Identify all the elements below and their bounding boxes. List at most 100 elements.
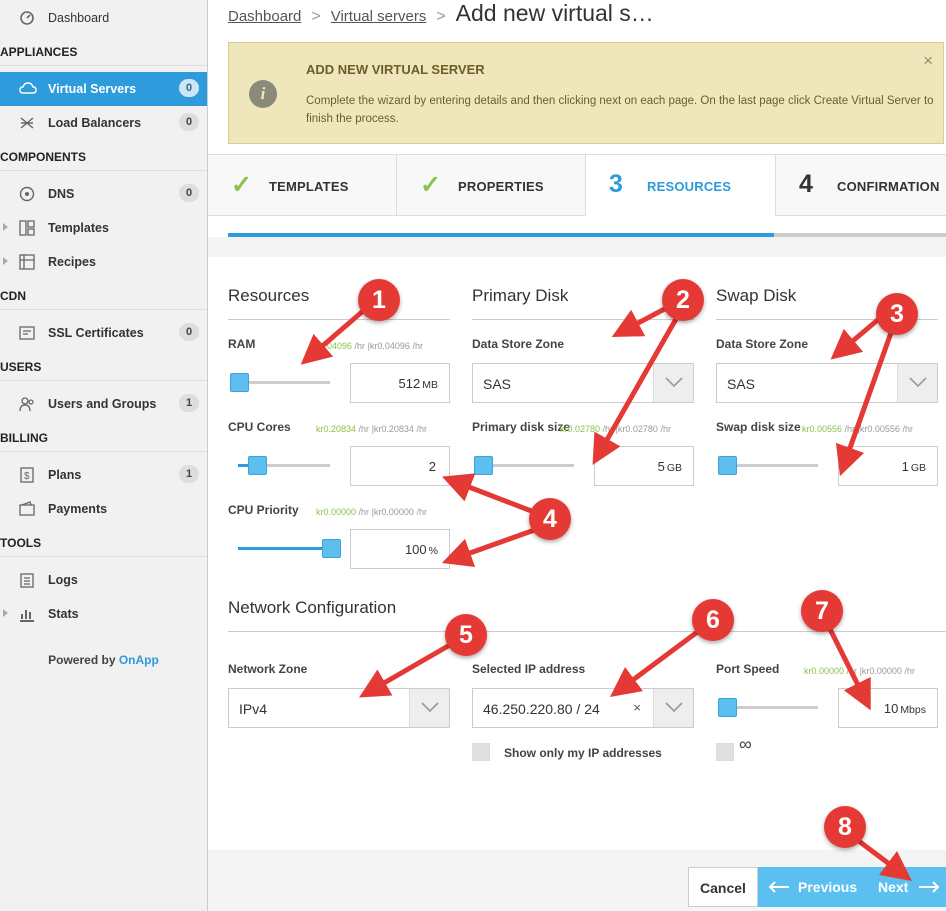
annotation-badge-8: 8	[824, 806, 866, 848]
wizard-steps: ✓ TEMPLATES ✓ PROPERTIES 3 RESOURCES 4 C…	[208, 154, 946, 216]
step-resources[interactable]: 3 RESOURCES	[586, 155, 776, 216]
ram-price: kr0.04096 /hr |kr0.04096 /hr	[312, 341, 423, 351]
sidebar-item-ssl-certificates[interactable]: SSL Certificates 0	[0, 316, 207, 350]
count-badge: 1	[179, 465, 199, 483]
recipes-icon	[19, 254, 35, 270]
expand-icon[interactable]	[3, 609, 8, 617]
sidebar-item-recipes[interactable]: Recipes	[0, 245, 207, 279]
sidebar-item-payments[interactable]: Payments	[0, 492, 207, 526]
info-icon: i	[249, 80, 277, 108]
swap-zone-select[interactable]: SAS	[716, 363, 938, 403]
dashboard-icon	[19, 10, 35, 26]
unlimited-port-checkbox[interactable]	[716, 743, 734, 761]
stats-icon	[19, 606, 35, 622]
primary-disk-slider-handle[interactable]	[474, 456, 493, 475]
breadcrumb: Dashboard > Virtual servers > Add new virtua…	[228, 0, 654, 26]
step-number: 3	[609, 170, 623, 198]
cpu-priority-label: CPU Priority	[228, 503, 299, 517]
sidebar-item-label: Users and Groups	[48, 397, 157, 411]
primary-zone-select[interactable]: SAS	[472, 363, 694, 403]
section-tools: TOOLS	[0, 529, 207, 557]
cpu-priority-slider-handle[interactable]	[322, 539, 341, 558]
clear-icon[interactable]: ×	[633, 700, 641, 715]
sidebar-item-virtual-servers[interactable]: Virtual Servers 0	[0, 72, 207, 106]
port-speed-price: kr0.00000 /hr |kr0.00000 /hr	[804, 666, 915, 676]
main-content: Dashboard > Virtual servers > Add new virtua…	[208, 0, 946, 911]
ram-slider[interactable]	[238, 381, 330, 384]
swap-disk-heading: Swap Disk	[716, 286, 797, 305]
previous-label: Previous	[798, 879, 858, 895]
cpu-priority-input[interactable]: 100%	[350, 529, 450, 569]
expand-icon[interactable]	[3, 257, 8, 265]
swap-disk-price: kr0.00556 /hr |kr0.00556 /hr	[802, 424, 913, 434]
network-zone-label: Network Zone	[228, 662, 308, 676]
step-label: CONFIRMATION	[837, 179, 940, 194]
sidebar-item-logs[interactable]: Logs	[0, 563, 207, 597]
breadcrumb-virtual-servers[interactable]: Virtual servers	[331, 8, 427, 25]
show-only-my-ip-checkbox[interactable]	[472, 743, 490, 761]
ram-input[interactable]: 512 MB	[350, 363, 450, 403]
slider-fill	[238, 547, 330, 550]
powered-by: Powered by OnApp	[0, 653, 207, 667]
powered-by-label: Powered by	[48, 653, 116, 667]
count-badge: 1	[179, 394, 199, 412]
select-value: IPv4	[239, 701, 268, 717]
ram-slider-handle[interactable]	[230, 373, 249, 392]
chevron-down-icon[interactable]	[653, 364, 693, 402]
onapp-link[interactable]: OnApp	[119, 653, 159, 667]
cpu-cores-input[interactable]: 2	[350, 446, 450, 486]
annotation-badge-4: 4	[529, 498, 571, 540]
sidebar-item-users-and-groups[interactable]: Users and Groups 1	[0, 387, 207, 421]
chevron-right-icon: >	[436, 8, 446, 25]
plans-icon: $	[19, 467, 35, 483]
divider	[472, 319, 694, 320]
sidebar-item-stats[interactable]: Stats	[0, 597, 207, 631]
select-value: SAS	[727, 376, 756, 392]
divider	[228, 631, 946, 632]
sidebar-item-templates[interactable]: Templates	[0, 211, 207, 245]
primary-disk-input[interactable]: 5 GB	[594, 446, 694, 486]
network-zone-select[interactable]: IPv4	[228, 688, 450, 728]
section-billing: BILLING	[0, 424, 207, 452]
cpu-cores-slider-handle[interactable]	[248, 456, 268, 475]
primary-disk-heading: Primary Disk	[472, 286, 569, 305]
cpu-priority-slider[interactable]	[238, 547, 330, 550]
sidebar-item-load-balancers[interactable]: Load Balancers 0	[0, 106, 207, 140]
close-icon[interactable]: ×	[923, 51, 933, 71]
step-properties[interactable]: ✓ PROPERTIES	[397, 155, 586, 216]
sidebar-item-label: Logs	[48, 573, 78, 587]
section-components: COMPONENTS	[0, 143, 207, 171]
sidebar: Dashboard APPLIANCES Virtual Servers 0 L…	[0, 0, 208, 911]
sidebar-item-label: Virtual Servers	[48, 82, 137, 96]
sidebar-item-dashboard[interactable]: Dashboard	[0, 1, 207, 35]
sidebar-item-label: DNS	[48, 187, 75, 201]
logs-icon	[19, 572, 35, 588]
step-label: PROPERTIES	[458, 179, 544, 194]
swap-disk-slider-handle[interactable]	[718, 456, 737, 475]
swap-disk-slider[interactable]	[726, 464, 818, 467]
step-confirmation[interactable]: 4 CONFIRMATION	[776, 155, 946, 216]
annotation-badge-5: 5	[445, 614, 487, 656]
step-templates[interactable]: ✓ TEMPLATES	[208, 155, 397, 216]
section-users: USERS	[0, 353, 207, 381]
primary-disk-slider[interactable]	[482, 464, 574, 467]
port-speed-input[interactable]: 10 Mbps	[838, 688, 938, 728]
chevron-down-icon[interactable]	[897, 364, 937, 402]
annotation-badge-6: 6	[692, 599, 734, 641]
chevron-down-icon[interactable]	[653, 689, 693, 727]
next-button[interactable]: Next	[868, 867, 946, 907]
divider	[208, 237, 946, 257]
sidebar-item-dns[interactable]: DNS 0	[0, 177, 207, 211]
previous-button[interactable]: Previous	[758, 867, 868, 907]
sidebar-item-label: Dashboard	[48, 11, 110, 25]
swap-disk-input[interactable]: 1 GB	[838, 446, 938, 486]
port-speed-slider-handle[interactable]	[718, 698, 737, 717]
sidebar-item-plans[interactable]: $ Plans 1	[0, 458, 207, 492]
cancel-button[interactable]: Cancel	[688, 867, 758, 907]
ip-address-select[interactable]: 46.250.220.80 / 24 ×	[472, 688, 694, 728]
expand-icon[interactable]	[3, 223, 8, 231]
chevron-down-icon[interactable]	[409, 689, 449, 727]
port-speed-slider[interactable]	[726, 706, 818, 709]
divider	[228, 319, 450, 320]
breadcrumb-dashboard[interactable]: Dashboard	[228, 8, 301, 25]
